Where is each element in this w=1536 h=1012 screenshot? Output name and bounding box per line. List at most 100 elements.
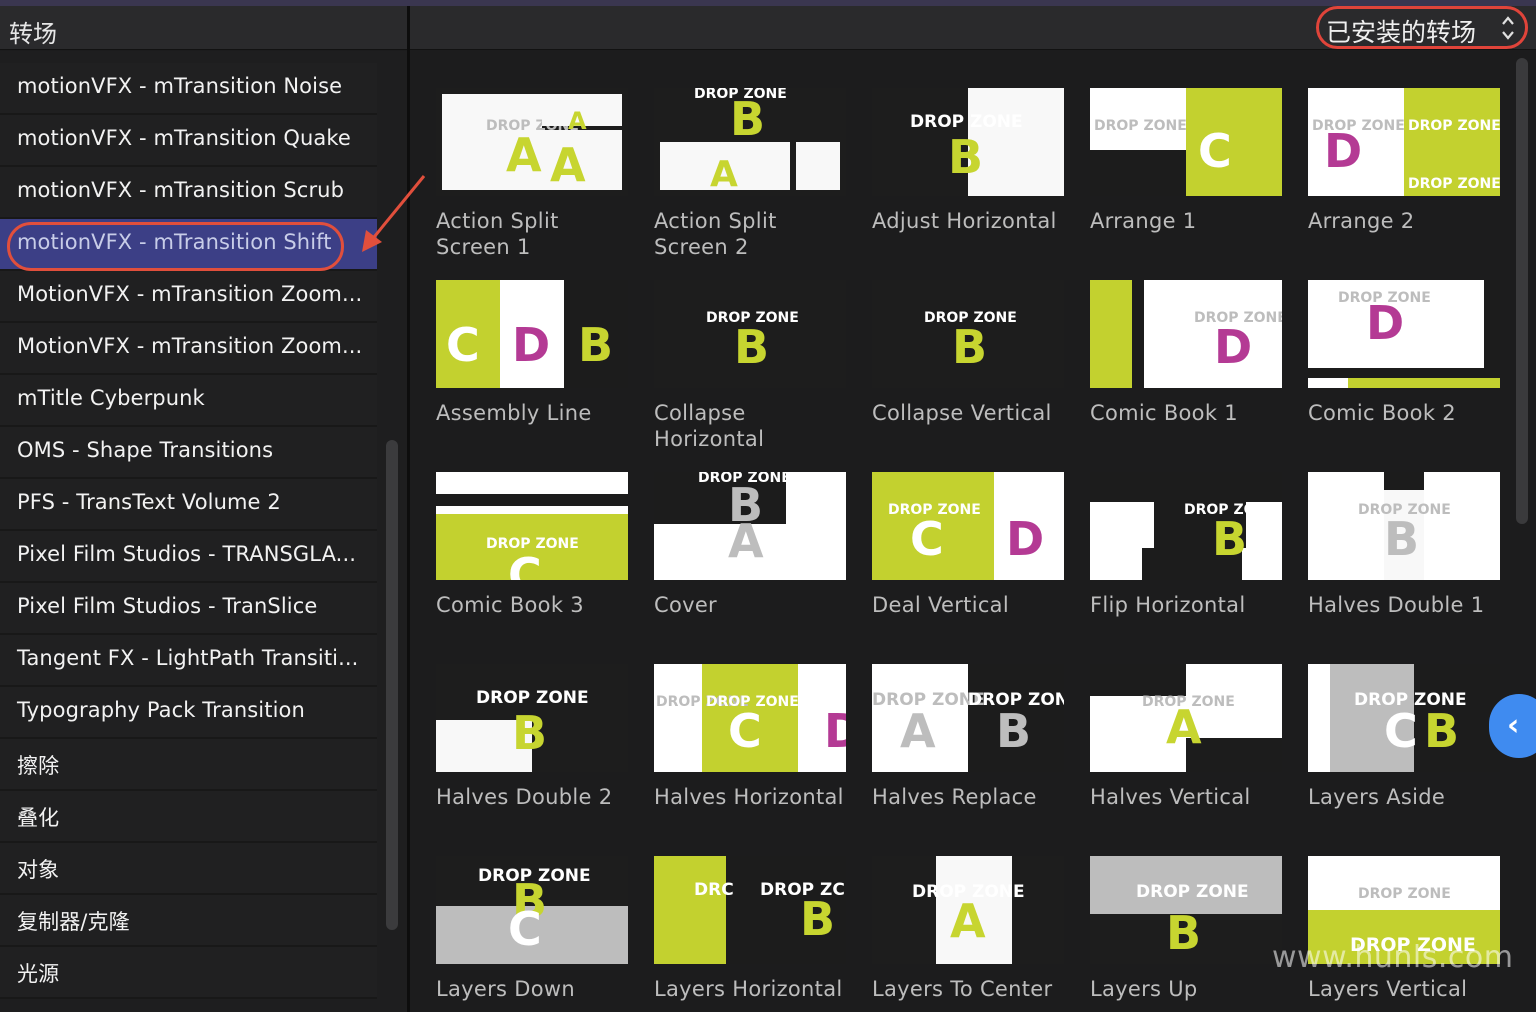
updown-chevron-icon [1502,16,1514,40]
transition-thumbnail: DROP ZONE C D [872,472,1064,580]
category-item[interactable]: mTitle Cyberpunk [0,375,377,427]
transition-tile[interactable]: DROP ZONE D Comic Book 1 [1082,280,1282,464]
transition-thumbnail: DROP ZONE A [1090,664,1282,772]
transition-label: Layers Up [1090,977,1198,1001]
category-label: Typography Pack Transition [17,698,305,722]
category-label: mTitle Cyberpunk [17,386,205,410]
transition-tile[interactable]: DROP ZONE DROP ZONE Layers Vertical [1300,856,1500,1012]
transition-thumbnail: DRC DROP ZC B [654,856,846,964]
transition-label: Layers To Center [872,977,1053,1001]
category-label: MotionVFX - mTransition Zoom... [17,282,363,306]
transition-label: Arrange 1 [1090,209,1197,233]
category-label: 复制器/克隆 [17,910,130,934]
transition-tile[interactable]: DROP ZONE A A A Action Split Screen 1 [428,88,628,272]
transition-label: Layers Aside [1308,785,1446,809]
sidebar-scrollbar[interactable] [386,440,398,930]
category-item[interactable]: MotionVFX - mTransition Zoom... [0,323,377,375]
collapse-panel-tab[interactable]: ‹ [1489,694,1536,758]
transition-label: Halves Double 2 [436,785,613,809]
transition-thumbnail: DROP ZONE D [1090,280,1282,388]
transition-tile[interactable]: DROP ZONE B Halves Double 2 [428,664,628,848]
transition-thumbnail: DROP ZONE B [436,664,628,772]
transition-tile[interactable]: DROP ZONE DROP ZONE A B Halves Replace [864,664,1064,848]
transition-thumbnail: C D B [436,280,628,388]
transition-tile[interactable]: DROP ZONE C D Deal Vertical [864,472,1064,656]
transition-thumbnail: DROP ZONE B [872,280,1064,388]
transition-tile[interactable]: DROP ZONE DROP ZONE C D Halves Horizonta… [646,664,846,848]
transition-tile[interactable]: DROP ZONE A Halves Vertical [1082,664,1282,848]
transition-label: Arrange 2 [1308,209,1415,233]
category-item[interactable]: Typography Pack Transition [0,687,377,739]
category-list: motionVFX - mTransition Noise motionVFX … [0,51,407,1012]
category-item[interactable]: Pixel Film Studios - TRANSGLA... [0,531,377,583]
category-label: PFS - TransText Volume 2 [17,490,281,514]
transition-label: Layers Vertical [1308,977,1468,1001]
transition-label: Collapse Vertical [872,401,1052,425]
transition-tile[interactable]: DROP ZONE C B Layers Aside [1300,664,1500,848]
category-item[interactable]: 光源 [0,947,377,999]
category-label: 擦除 [17,754,60,778]
category-item[interactable]: 叠化 [0,791,377,843]
transition-tile[interactable]: DRC DROP ZC B Layers Horizontal [646,856,846,1012]
category-item[interactable]: motionVFX - mTransition Noise [0,63,377,115]
transitions-browser-window: 转场 已安装的转场 motionVFX - mTransition Noise … [0,0,1536,1012]
category-item[interactable]: PFS - TransText Volume 2 [0,479,377,531]
transition-label: Deal Vertical [872,593,1009,617]
transition-tile[interactable]: DROP ZONE D DROP ZONE DROP ZONE Arrange … [1300,88,1500,272]
transition-label: Halves Vertical [1090,785,1251,809]
category-item[interactable]: 复制器/克隆 [0,895,377,947]
watermark: www.hunls.com [1272,940,1514,975]
category-item[interactable]: OMS - Shape Transitions [0,427,377,479]
transition-tile[interactable]: DROP ZONE B A Action Split Screen 2 [646,88,846,272]
transition-thumbnail: DROP ZONE C [1090,88,1282,196]
transition-tile[interactable]: DROP ZONE B Halves Double 1 [1300,472,1500,656]
transition-label: Action Split Screen 2 [654,209,777,259]
transition-tile[interactable]: DROP ZONE B Layers Up [1082,856,1282,1012]
installed-transitions-label: 已安装的转场 [1326,18,1477,47]
category-label: 光源 [17,962,60,986]
transition-thumbnail: DROP ZONE A [872,856,1064,964]
transition-label: Layers Horizontal [654,977,843,1001]
category-item[interactable]: 擦除 [0,739,377,791]
category-item[interactable]: Tangent FX - LightPath Transiti... [0,635,377,687]
transition-thumbnail: DROP ZONE C B [1308,664,1500,772]
category-label: Tangent FX - LightPath Transiti... [17,646,359,670]
transition-tile[interactable]: DROP ZONE B C Layers Down [428,856,628,1012]
category-item[interactable]: motionVFX - mTransition Scrub [0,167,377,219]
transition-thumbnail: DROP ZONE D DROP ZONE DROP ZONE [1308,88,1500,196]
category-label: Pixel Film Studios - TranSlice [17,594,318,618]
transition-tile[interactable]: DROP ZONE B Collapse Vertical [864,280,1064,464]
transition-label: Action Split Screen 1 [436,209,559,259]
category-item[interactable]: MotionVFX - mTransition Zoom... [0,271,377,323]
transition-tile[interactable]: DROP ZONE C Comic Book 3 [428,472,628,656]
category-item[interactable]: motionVFX - mTransition Quake [0,115,377,167]
transition-label: Flip Horizontal [1090,593,1246,617]
transition-tile[interactable]: DROP ZONE B Collapse Horizontal [646,280,846,464]
transition-thumbnail: DROP ZONE B A [654,472,846,580]
transition-tile[interactable]: DROP ZONE D Comic Book 2 [1300,280,1500,464]
sidebar-title: 转场 [9,20,57,48]
transition-tile[interactable]: C D B Assembly Line [428,280,628,464]
transition-tile[interactable]: DROP ZONE B Adjust Horizontal [864,88,1064,272]
category-label: 叠化 [17,806,60,830]
transition-label: Comic Book 3 [436,593,584,617]
category-item[interactable]: Pixel Film Studios - TranSlice [0,583,377,635]
transition-label: Adjust Horizontal [872,209,1057,233]
transition-label: Layers Down [436,977,575,1001]
red-arrow-icon [362,175,426,252]
transition-tile[interactable]: DROP ZONE B A Cover [646,472,846,656]
category-label: OMS - Shape Transitions [17,438,274,462]
browser-scrollbar[interactable] [1516,58,1528,524]
transition-label: Collapse Horizontal [654,401,765,451]
category-item[interactable]: 对象 [0,843,377,895]
category-label: MotionVFX - mTransition Zoom... [17,334,363,358]
transition-thumbnail: DROP ZONE B [1090,472,1282,580]
transition-tile[interactable]: DROP ZONE C Arrange 1 [1082,88,1282,272]
transition-tile[interactable]: DROP ZONE A Layers To Center [864,856,1064,1012]
transition-label: Assembly Line [436,401,592,425]
transition-tile[interactable]: DROP ZONE B Flip Horizontal [1082,472,1282,656]
transition-thumbnail: DROP ZONE C [436,472,628,580]
pane-divider[interactable] [407,6,410,1012]
transition-thumbnail: DROP ZONE B A [654,88,846,196]
category-label: motionVFX - mTransition Noise [17,74,343,98]
